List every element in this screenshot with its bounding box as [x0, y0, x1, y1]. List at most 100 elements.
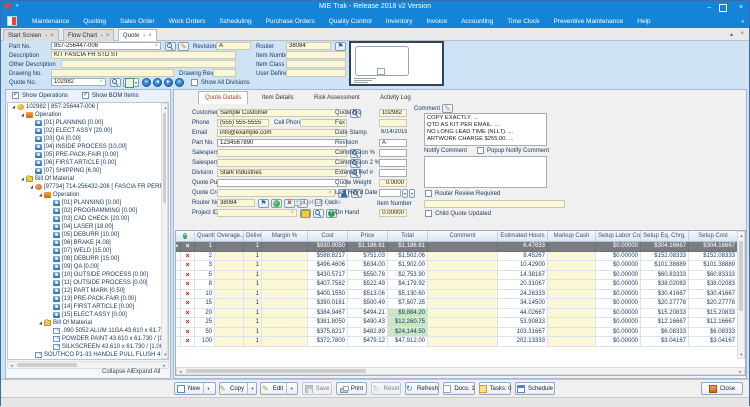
- cell-setup-eq-chrg[interactable]: $20.27778: [641, 299, 689, 309]
- tree-node[interactable]: .090 5052 ALUM 11GA 43.610 x 61.730 / [1…: [8, 327, 168, 335]
- menu-item-accounting[interactable]: Accounting: [454, 18, 500, 25]
- maximize-button[interactable]: [719, 4, 727, 12]
- menu-item-inventory[interactable]: Inventory: [379, 18, 420, 25]
- comment-box[interactable]: COPY EXACTLY. ... QTD AS KIT PER EMAIL. …: [424, 113, 547, 146]
- cell-comment[interactable]: [428, 299, 498, 309]
- tree-node[interactable]: SILKSCREEN 43.610 x 61.730 / [1.00000] O…: [8, 343, 168, 351]
- cell-quantity[interactable]: 15: [195, 299, 215, 309]
- last-rev-d-date-mini-button[interactable]: [402, 189, 408, 198]
- cell-price[interactable]: $490.43: [348, 318, 388, 328]
- cell-delivery[interactable]: 1: [244, 299, 262, 309]
- cell-estimated-hours[interactable]: 8.45267: [498, 252, 548, 262]
- cell-setup-eq-chrg[interactable]: $304.16667: [641, 242, 689, 252]
- cell-cost[interactable]: $930.9050: [308, 242, 348, 252]
- user-defined-field[interactable]: [286, 69, 346, 77]
- item-number-field[interactable]: [424, 200, 565, 208]
- delete-row-button[interactable]: ×: [181, 337, 195, 347]
- table-horizontal-scrollbar[interactable]: ◄ ►: [176, 367, 745, 375]
- tree-node[interactable]: [10] OUTSIDE PROCESS [0.00]: [8, 271, 168, 279]
- part-image-preview[interactable]: [349, 41, 444, 86]
- cell-total[interactable]: $12,260.75: [388, 318, 428, 328]
- schedule-button[interactable]: Schedule: [515, 382, 555, 395]
- tree-node[interactable]: [07] WELD [15.00]: [8, 247, 168, 255]
- delete-row-button[interactable]: ×: [181, 299, 195, 309]
- tree-node[interactable]: [11] OUTSIDE PROCESS [0.00]: [8, 279, 168, 287]
- pin-icon[interactable]: ▪: [143, 33, 145, 39]
- fax-field[interactable]: [379, 119, 407, 127]
- child-quote-checkbox[interactable]: [425, 210, 432, 217]
- cell-margin[interactable]: [262, 318, 308, 328]
- docs-button[interactable]: Docs: 1: [443, 382, 475, 395]
- table-row[interactable]: ×81$407.7582$522.49$4,179.9220.31067$0.0…: [176, 280, 745, 290]
- cell-overage[interactable]: [215, 290, 244, 300]
- item-number-header-field[interactable]: [286, 51, 346, 59]
- cell-total[interactable]: $1,902.00: [388, 261, 428, 271]
- column-header-comment[interactable]: Comment: [428, 231, 498, 242]
- delete-row-button[interactable]: ×: [181, 290, 195, 300]
- copy-button[interactable]: Copy▼: [219, 382, 257, 395]
- cell-setup-cost[interactable]: $3.04167: [689, 337, 738, 347]
- cell-overage[interactable]: [215, 309, 244, 319]
- collapse-all-link[interactable]: Collapse All: [102, 369, 133, 375]
- tree-node[interactable]: [05] PRE-PACK-FAIR [0.00]: [8, 151, 168, 159]
- commission-2-field[interactable]: [379, 159, 407, 167]
- cell-setup-eq-chrg[interactable]: $6.08333: [641, 328, 689, 338]
- cell-price[interactable]: $751.03: [348, 252, 388, 262]
- column-header-estimated-hours[interactable]: Estimated Hours: [498, 231, 548, 242]
- expander-icon[interactable]: ◢: [37, 191, 44, 199]
- router-no-go-button[interactable]: [271, 199, 282, 208]
- nav-first-button[interactable]: «: [142, 78, 151, 87]
- cell-setup-cost[interactable]: $38.02083: [689, 280, 738, 290]
- cell-estimated-hours[interactable]: 53.90833: [498, 318, 548, 328]
- cell-quantity[interactable]: 25: [195, 318, 215, 328]
- cell-markup-cash[interactable]: [548, 318, 596, 328]
- cell-margin[interactable]: [262, 328, 308, 338]
- cell-margin[interactable]: [262, 299, 308, 309]
- table-row[interactable]: ×501$375.8217$482.89$24,144.50103.31667$…: [176, 328, 745, 338]
- close-tab-icon[interactable]: ×: [148, 33, 152, 39]
- dropdown-caret-icon[interactable]: ▼: [203, 383, 213, 394]
- tree-node[interactable]: [04] INSIDE PROCESS [10.00]: [8, 143, 168, 151]
- cell-cost[interactable]: $372.7800: [308, 337, 348, 347]
- cell-cost[interactable]: $407.7582: [308, 280, 348, 290]
- cell-margin[interactable]: [262, 261, 308, 271]
- cell-quantity[interactable]: 100: [195, 337, 215, 347]
- cell-quantity[interactable]: 1: [195, 242, 215, 252]
- cell-quantity[interactable]: 10: [195, 290, 215, 300]
- show-all-divisions-checkbox[interactable]: [191, 79, 198, 86]
- cell-setup-labor-cost[interactable]: $0.00000: [596, 299, 641, 309]
- scrollbar-thumb[interactable]: [739, 241, 743, 311]
- dropdown-caret-icon[interactable]: ▼: [286, 383, 296, 394]
- external-ref-field[interactable]: [379, 169, 407, 177]
- cell-setup-labor-cost[interactable]: $0.00000: [596, 271, 641, 281]
- table-row[interactable]: ×31$496.4606$634.00$1,902.0010.42900$0.0…: [176, 261, 745, 271]
- expander-icon[interactable]: ◢: [28, 183, 35, 191]
- cell-overage[interactable]: [215, 261, 244, 271]
- part-no-field[interactable]: 1234567890: [217, 139, 347, 147]
- tree-node[interactable]: [02] ELECT ASSY [20.00]: [8, 127, 168, 135]
- cell-estimated-hours[interactable]: 24.26333: [498, 290, 548, 300]
- description-field[interactable]: KIT FASCIA FR STD ST: [51, 51, 236, 59]
- tree-node[interactable]: [14] FIRST ARTICLE [0.00]: [8, 303, 168, 311]
- scroll-down-icon[interactable]: ▼: [162, 351, 169, 358]
- scroll-down-icon[interactable]: ▼: [738, 351, 745, 358]
- cell-markup-cash[interactable]: [548, 337, 596, 347]
- tree-node[interactable]: [02] PROGRAMMING [0.00]: [8, 207, 168, 215]
- cell-total[interactable]: $5,130.60: [388, 290, 428, 300]
- cell-markup-cash[interactable]: [548, 309, 596, 319]
- pin-icon[interactable]: ▪: [101, 33, 103, 39]
- cell-price[interactable]: $513.06: [348, 290, 388, 300]
- cell-margin[interactable]: [262, 280, 308, 290]
- tree-node[interactable]: [09] QA [0.00]: [8, 263, 168, 271]
- cell-setup-cost[interactable]: $152.08333: [689, 252, 738, 262]
- close-tab-icon[interactable]: ×: [106, 33, 110, 39]
- add-row-icon[interactable]: +: [183, 233, 187, 239]
- cell-comment[interactable]: [428, 328, 498, 338]
- table-row[interactable]: ×101$400.1550$513.06$5,130.6024.26333$0.…: [176, 290, 745, 300]
- mie-logo-icon[interactable]: [7, 16, 17, 26]
- cell-price[interactable]: $500.49: [348, 299, 388, 309]
- cell-quantity[interactable]: 50: [195, 328, 215, 338]
- expander-icon[interactable]: ◢: [37, 319, 44, 327]
- clear-icon[interactable]: ×: [290, 210, 294, 216]
- menu-item-quoting[interactable]: Quoting: [76, 18, 113, 25]
